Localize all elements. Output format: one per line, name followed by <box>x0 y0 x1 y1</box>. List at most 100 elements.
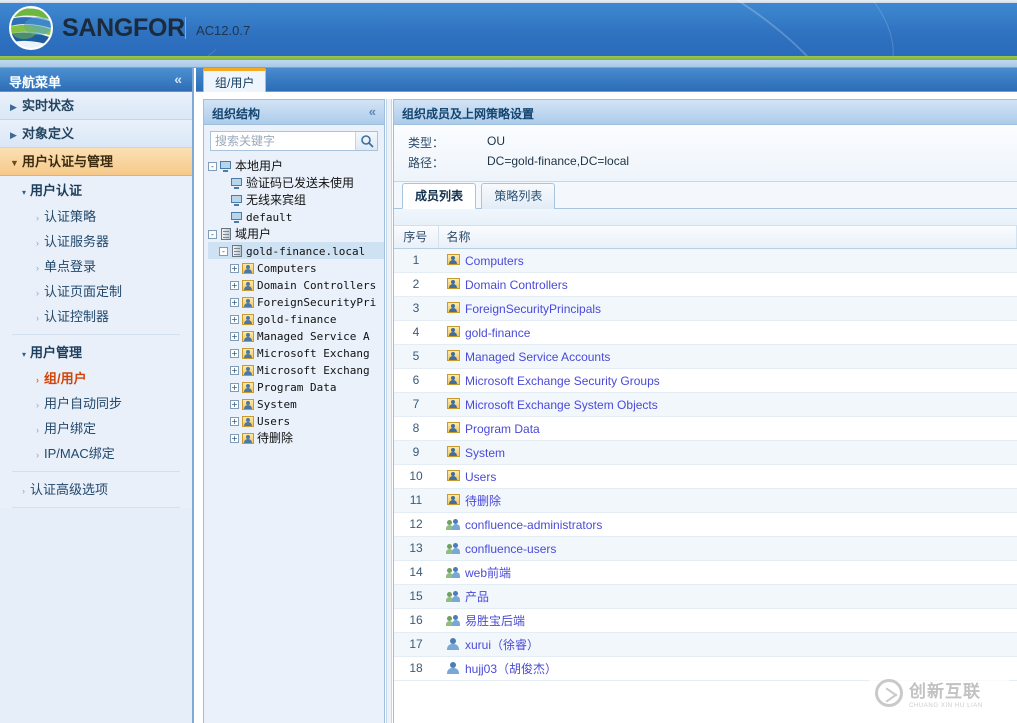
row-name-link[interactable]: Managed Service Accounts <box>465 349 610 363</box>
nav-item-user-auto-sync[interactable]: › 用户自动同步 <box>0 391 192 416</box>
nav-group-user-management[interactable]: ▾ 用户管理 <box>0 340 192 366</box>
table-row[interactable]: 5 Managed Service Accounts <box>394 344 1017 369</box>
row-name-link[interactable]: web前端 <box>465 566 511 580</box>
nav-item-ip-mac-binding[interactable]: › IP/MAC绑定 <box>0 441 192 466</box>
ou-icon <box>446 493 461 507</box>
table-row[interactable]: 4 gold-finance <box>394 320 1017 345</box>
row-name-link[interactable]: hujj03（胡俊杰） <box>465 662 557 676</box>
table-row[interactable]: 3 ForeignSecurityPrincipals <box>394 296 1017 321</box>
tree-node[interactable]: + ForeignSecurityPri <box>208 293 384 310</box>
expand-icon[interactable]: + <box>230 314 239 324</box>
search-input[interactable] <box>211 132 357 150</box>
tree-node-label: 本地用户 <box>235 158 284 173</box>
panel-splitter[interactable] <box>386 99 392 723</box>
expand-icon[interactable]: + <box>230 416 239 426</box>
group-icon <box>446 541 461 555</box>
collapse-icon[interactable]: - <box>208 161 217 171</box>
row-name-link[interactable]: Microsoft Exchange System Objects <box>465 397 658 411</box>
tree-node[interactable]: + Managed Service A <box>208 327 384 344</box>
expand-icon[interactable]: + <box>230 365 239 375</box>
nav-item-auth-advanced-options[interactable]: › 认证高级选项 <box>0 477 192 502</box>
tab-member-list[interactable]: 成员列表 <box>402 183 477 209</box>
row-name-link[interactable]: Microsoft Exchange Security Groups <box>465 373 660 387</box>
table-row[interactable]: 12 confluence-administrators <box>394 512 1017 537</box>
tree-node[interactable]: + Users <box>208 412 384 429</box>
collapse-icon[interactable]: - <box>208 229 217 239</box>
table-row[interactable]: 7 Microsoft Exchange System Objects <box>394 392 1017 417</box>
row-name-link[interactable]: Computers <box>465 253 524 267</box>
collapse-icon[interactable]: - <box>219 246 228 256</box>
expand-icon[interactable]: + <box>230 263 239 273</box>
table-row[interactable]: 9 System <box>394 440 1017 465</box>
expand-icon[interactable]: + <box>230 348 239 358</box>
tree-node[interactable]: + 待删除 <box>208 429 384 446</box>
nav-item-user-binding[interactable]: › 用户绑定 <box>0 416 192 441</box>
nav-item-auth-page-customize[interactable]: › 认证页面定制 <box>0 279 192 304</box>
nav-item-group-user[interactable]: › 组/用户 <box>0 366 192 391</box>
tree-node[interactable]: - 域用户 <box>208 225 384 242</box>
nav-top-item-realtime-status[interactable]: ▶ 实时状态 <box>0 92 192 120</box>
nav-group-user-auth[interactable]: ▾ 用户认证 <box>0 178 192 204</box>
row-name-cell: Managed Service Accounts <box>438 344 1017 369</box>
row-name-link[interactable]: Users <box>465 469 496 483</box>
chevron-double-left-icon[interactable]: « <box>369 104 376 119</box>
row-index: 2 <box>394 272 438 297</box>
tree-node[interactable]: default <box>208 208 384 225</box>
expand-icon[interactable]: + <box>230 297 239 307</box>
table-row[interactable]: 18 hujj03（胡俊杰） <box>394 656 1017 681</box>
table-row[interactable]: 11 待删除 <box>394 488 1017 513</box>
table-row[interactable]: 2 Domain Controllers <box>394 272 1017 297</box>
expand-icon[interactable]: + <box>230 382 239 392</box>
tree-node[interactable]: 验证码已发送未使用 <box>208 174 384 191</box>
table-row[interactable]: 17 xurui（徐睿） <box>394 632 1017 657</box>
chevron-double-left-icon[interactable]: « <box>174 71 182 87</box>
table-row[interactable]: 8 Program Data <box>394 416 1017 441</box>
tree-node[interactable]: + Microsoft Exchang <box>208 361 384 378</box>
row-name-link[interactable]: xurui（徐睿） <box>465 638 539 652</box>
tab-group-user[interactable]: 组/用户 <box>203 68 267 92</box>
expand-icon[interactable]: + <box>230 280 239 290</box>
tree-node-label: Program Data <box>257 380 337 394</box>
row-name-link[interactable]: ForeignSecurityPrincipals <box>465 301 601 315</box>
nav-item-auth-policy[interactable]: › 认证策略 <box>0 204 192 229</box>
row-name-link[interactable]: gold-finance <box>465 325 530 339</box>
row-name-link[interactable]: 待删除 <box>465 494 501 508</box>
table-row[interactable]: 13 confluence-users <box>394 536 1017 561</box>
table-row[interactable]: 10 Users <box>394 464 1017 489</box>
nav-top-item-object-definition[interactable]: ▶ 对象定义 <box>0 120 192 148</box>
tree-node[interactable]: + Domain Controllers <box>208 276 384 293</box>
table-row[interactable]: 1 Computers <box>394 248 1017 273</box>
row-name-link[interactable]: System <box>465 445 505 459</box>
ou-icon <box>446 469 461 483</box>
tree-node[interactable]: + Microsoft Exchang <box>208 344 384 361</box>
tree-node-label: ForeignSecurityPri <box>257 295 377 309</box>
org-structure-tree[interactable]: - 本地用户 验证码已发送未使用 无线来宾组 default - 域用户 - gold-fina… <box>204 153 384 713</box>
tree-node[interactable]: + Program Data <box>208 378 384 395</box>
table-row[interactable]: 14 web前端 <box>394 560 1017 585</box>
tree-node[interactable]: + gold-finance <box>208 310 384 327</box>
nav-item-single-sign-on[interactable]: › 单点登录 <box>0 254 192 279</box>
table-row[interactable]: 15 产品 <box>394 584 1017 609</box>
tree-node[interactable]: 无线来宾组 <box>208 191 384 208</box>
tab-policy-list[interactable]: 策略列表 <box>481 183 556 209</box>
row-name-link[interactable]: Program Data <box>465 421 540 435</box>
row-name-link[interactable]: 产品 <box>465 590 489 604</box>
tree-node[interactable]: - gold-finance.local <box>208 242 384 259</box>
nav-top-item-user-auth-management[interactable]: ▼ 用户认证与管理 <box>0 148 192 176</box>
row-name-link[interactable]: confluence-administrators <box>465 517 602 531</box>
nav-item-auth-controller[interactable]: › 认证控制器 <box>0 304 192 329</box>
tree-node[interactable]: + System <box>208 395 384 412</box>
member-table-scroll[interactable]: 序号 名称 1 Computers 2 Domain Controllers 3 Fore… <box>394 209 1017 722</box>
tree-node[interactable]: - 本地用户 <box>208 157 384 174</box>
expand-icon[interactable]: + <box>230 433 239 443</box>
tree-node[interactable]: + Computers <box>208 259 384 276</box>
nav-item-auth-server[interactable]: › 认证服务器 <box>0 229 192 254</box>
table-row[interactable]: 16 易胜宝后端 <box>394 608 1017 633</box>
expand-icon[interactable]: + <box>230 331 239 341</box>
row-name-link[interactable]: 易胜宝后端 <box>465 614 525 628</box>
search-button[interactable] <box>355 132 377 150</box>
row-name-link[interactable]: confluence-users <box>465 541 556 555</box>
table-row[interactable]: 6 Microsoft Exchange Security Groups <box>394 368 1017 393</box>
row-name-link[interactable]: Domain Controllers <box>465 277 568 291</box>
expand-icon[interactable]: + <box>230 399 239 409</box>
